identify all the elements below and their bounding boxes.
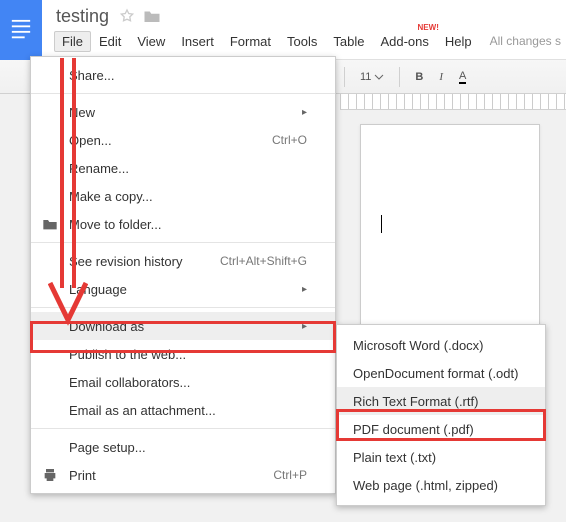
- menu-separator: [31, 242, 335, 243]
- menu-print[interactable]: Print Ctrl+P: [31, 461, 335, 489]
- text-color-button[interactable]: A: [454, 67, 471, 87]
- folder-icon: [41, 215, 59, 233]
- menu-file[interactable]: File: [54, 31, 91, 52]
- text-color-label: A: [459, 70, 466, 84]
- menu-new[interactable]: New ▸: [31, 98, 335, 126]
- download-html[interactable]: Web page (.html, zipped): [337, 471, 545, 499]
- menu-view[interactable]: View: [129, 31, 173, 52]
- fontsize-selector[interactable]: 11: [355, 68, 389, 86]
- folder-icon[interactable]: [143, 8, 161, 24]
- print-icon: [41, 466, 59, 484]
- app-header: testing File Edit View Insert Format Too…: [0, 0, 566, 60]
- menu-rename[interactable]: Rename...: [31, 154, 335, 182]
- menu-revision-history[interactable]: See revision history Ctrl+Alt+Shift+G: [31, 247, 335, 275]
- chevron-right-icon: ▸: [302, 107, 307, 118]
- chevron-right-icon: ▸: [302, 284, 307, 295]
- menu-make-copy[interactable]: Make a copy...: [31, 182, 335, 210]
- download-rtf[interactable]: Rich Text Format (.rtf): [337, 387, 545, 415]
- addons-label: Add-ons: [380, 34, 428, 49]
- menu-edit[interactable]: Edit: [91, 31, 129, 52]
- header-main: testing File Edit View Insert Format Too…: [42, 0, 566, 54]
- docs-logo[interactable]: [0, 0, 42, 60]
- shortcut: Ctrl+Alt+Shift+G: [220, 254, 307, 268]
- menu-language[interactable]: Language ▸: [31, 275, 335, 303]
- share-icon: [41, 66, 59, 84]
- shortcut: Ctrl+P: [273, 468, 307, 482]
- save-status: All changes s: [490, 34, 561, 48]
- menu-separator: [31, 428, 335, 429]
- menu-download-as[interactable]: Download as ▸: [31, 312, 335, 340]
- document-icon: [10, 16, 32, 44]
- download-docx[interactable]: Microsoft Word (.docx): [337, 331, 545, 359]
- text-cursor: [381, 215, 382, 233]
- menu-table[interactable]: Table: [325, 31, 372, 52]
- menu-tools[interactable]: Tools: [279, 31, 325, 52]
- menu-email-collaborators[interactable]: Email collaborators...: [31, 368, 335, 396]
- toolbar-separator: [399, 67, 400, 87]
- download-as-submenu: Microsoft Word (.docx) OpenDocument form…: [336, 324, 546, 506]
- menu-email-attachment[interactable]: Email as an attachment...: [31, 396, 335, 424]
- menu-separator: [31, 93, 335, 94]
- menu-insert[interactable]: Insert: [173, 31, 222, 52]
- file-menu-dropdown: Share... New ▸ Open... Ctrl+O Rename... …: [30, 56, 336, 494]
- new-badge: NEW!: [418, 23, 439, 32]
- menu-move-folder[interactable]: Move to folder...: [31, 210, 335, 238]
- ruler[interactable]: [340, 94, 566, 110]
- bold-button[interactable]: B: [410, 68, 428, 86]
- menu-page-setup[interactable]: Page setup...: [31, 433, 335, 461]
- download-txt[interactable]: Plain text (.txt): [337, 443, 545, 471]
- chevron-down-icon: [374, 72, 384, 82]
- menu-help[interactable]: Help: [437, 31, 480, 52]
- star-icon[interactable]: [119, 8, 135, 24]
- italic-button[interactable]: I: [434, 68, 448, 86]
- download-odt[interactable]: OpenDocument format (.odt): [337, 359, 545, 387]
- document-title[interactable]: testing: [54, 6, 111, 27]
- title-row: testing: [54, 0, 566, 28]
- menu-addons[interactable]: Add-ons NEW!: [372, 31, 436, 52]
- fontsize-value: 11: [360, 71, 371, 83]
- menu-format[interactable]: Format: [222, 31, 279, 52]
- chevron-right-icon: ▸: [302, 321, 307, 332]
- menu-publish-web[interactable]: Publish to the web...: [31, 340, 335, 368]
- shortcut: Ctrl+O: [272, 133, 307, 147]
- menu-share[interactable]: Share...: [31, 61, 335, 89]
- menubar: File Edit View Insert Format Tools Table…: [54, 28, 566, 54]
- menu-separator: [31, 307, 335, 308]
- menu-open[interactable]: Open... Ctrl+O: [31, 126, 335, 154]
- download-pdf[interactable]: PDF document (.pdf): [337, 415, 545, 443]
- toolbar-separator: [344, 67, 345, 87]
